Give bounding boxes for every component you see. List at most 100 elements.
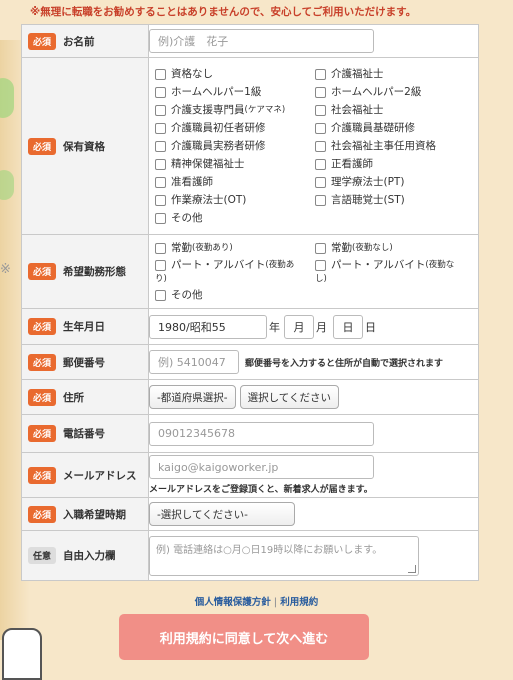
qualification-label: 介護支援専門員 bbox=[171, 103, 245, 116]
row-qualifications: 必須 保有資格 資格なし 介護福祉士 ホームヘルパー1級 ホームヘルパー2級 介護支援専… bbox=[21, 57, 479, 235]
checkbox[interactable] bbox=[315, 158, 326, 170]
address-label: 住所 bbox=[63, 391, 85, 404]
checkbox[interactable] bbox=[155, 212, 166, 224]
checkbox[interactable] bbox=[315, 86, 326, 98]
qualification-label: 資格なし bbox=[171, 67, 213, 80]
qualification-option[interactable]: 社会福祉主事任用資格 bbox=[315, 138, 465, 155]
name-placeholder: 例)介護 花子 bbox=[158, 35, 229, 48]
free-text-label: 自由入力欄 bbox=[63, 550, 116, 562]
checkbox[interactable] bbox=[315, 122, 326, 134]
row-employment-type: 必須 希望勤務形態 常勤 (夜勤あり) 常勤 (夜勤なし) パート・アルバイト (夜勤… bbox=[21, 234, 479, 309]
name-input[interactable]: 例)介護 花子 bbox=[149, 29, 374, 53]
qualification-option[interactable]: 理学療法士(PT) bbox=[315, 174, 465, 191]
qualification-option bbox=[315, 210, 465, 227]
required-badge: 必須 bbox=[28, 32, 57, 50]
city-select[interactable]: 選択してください bbox=[239, 385, 339, 409]
required-badge: 必須 bbox=[28, 425, 57, 442]
employment-option[interactable]: パート・アルバイト (夜勤な し) bbox=[315, 258, 465, 286]
qualification-label: 介護職員基礎研修 bbox=[331, 121, 415, 134]
postal-hint: 郵便番号を入力すると住所が自動で選択されます bbox=[245, 358, 444, 369]
checkbox[interactable] bbox=[315, 176, 326, 188]
qualification-option[interactable]: 正看護師 bbox=[315, 156, 465, 173]
checkbox[interactable] bbox=[155, 68, 166, 80]
row-start-time: 必須 入職希望時期 -選択してください- bbox=[21, 497, 479, 531]
qualification-option[interactable]: 介護職員実務者研修 bbox=[155, 138, 315, 155]
qualification-option[interactable]: 言語聴覚士(ST) bbox=[315, 192, 465, 209]
checkbox[interactable] bbox=[155, 176, 166, 188]
qualification-option[interactable]: 介護職員初任者研修 bbox=[155, 120, 315, 137]
link-separator: | bbox=[273, 597, 278, 608]
checkbox[interactable] bbox=[315, 242, 326, 254]
qualification-option[interactable]: 介護支援専門員 (ケアマネ) bbox=[155, 102, 315, 119]
privacy-policy-link[interactable]: 個人情報保護方針 bbox=[195, 597, 271, 608]
free-text-area[interactable]: 例) 電話連絡は○月○日19時以降にお願いします。 bbox=[149, 535, 419, 576]
checkbox[interactable] bbox=[315, 104, 326, 116]
checkbox[interactable] bbox=[155, 104, 166, 116]
month-unit: 月 bbox=[316, 320, 327, 334]
qualification-label: ホームヘルパー2級 bbox=[331, 85, 422, 98]
email-label: メールアドレス bbox=[63, 469, 137, 482]
terms-link[interactable]: 利用規約 bbox=[280, 597, 318, 608]
qualification-label: ホームヘルパー1級 bbox=[171, 85, 262, 98]
start-time-select[interactable]: -選択してください- bbox=[149, 502, 295, 526]
qualification-option[interactable]: 資格なし bbox=[155, 66, 315, 83]
qualification-option[interactable]: 社会福祉士 bbox=[315, 102, 465, 119]
checkbox[interactable] bbox=[155, 289, 166, 301]
checkbox[interactable] bbox=[155, 158, 166, 170]
checkbox[interactable] bbox=[315, 68, 326, 80]
employment-option[interactable]: 常勤 (夜勤なし) bbox=[315, 240, 465, 257]
checkbox[interactable] bbox=[155, 86, 166, 98]
row-postal: 必須 郵便番号 例) 5410047 郵便番号を入力すると住所が自動で選択されま… bbox=[21, 344, 479, 380]
qualification-option[interactable]: 精神保健福祉士 bbox=[155, 156, 315, 173]
qualifications-checkbox-group: 資格なし 介護福祉士ホームヘルパー1級 ホームヘルパー2級介護支援専門員 (ケアマネ)… bbox=[149, 63, 478, 230]
qualification-label: 正看護師 bbox=[331, 157, 373, 170]
checkbox[interactable] bbox=[315, 194, 326, 206]
checkbox[interactable] bbox=[155, 242, 166, 254]
qualification-label: 社会福祉士 bbox=[331, 103, 384, 116]
qualification-label: 作業療法士(OT) bbox=[171, 193, 247, 206]
postal-input[interactable]: 例) 5410047 bbox=[149, 350, 239, 374]
qualification-option[interactable]: その他 bbox=[155, 210, 315, 227]
checkbox[interactable] bbox=[315, 259, 326, 271]
employment-label: 希望勤務形態 bbox=[63, 266, 127, 278]
required-badge: 必須 bbox=[28, 137, 57, 155]
birth-day-select[interactable]: 日 bbox=[333, 314, 363, 339]
required-badge: 必須 bbox=[28, 466, 57, 484]
row-address: 必須 住所 -都道府県選択- 選択してください bbox=[21, 379, 479, 415]
qualification-label: 社会福祉主事任用資格 bbox=[331, 139, 436, 152]
checkbox[interactable] bbox=[155, 194, 166, 206]
qualification-option[interactable]: 准看護師 bbox=[155, 174, 315, 191]
qualification-option[interactable]: ホームヘルパー1級 bbox=[155, 84, 315, 101]
qualification-option[interactable]: 介護職員基礎研修 bbox=[315, 120, 465, 137]
checkbox[interactable] bbox=[155, 122, 166, 134]
decorative-hand-illustration bbox=[2, 628, 42, 680]
start-time-label: 入職希望時期 bbox=[63, 508, 127, 521]
phone-input[interactable]: 09012345678 bbox=[149, 421, 374, 446]
qualification-option[interactable]: 介護福祉士 bbox=[315, 66, 465, 83]
email-input[interactable]: kaigo@kaigoworker.jp bbox=[149, 455, 374, 479]
employment-option[interactable]: パート・アルバイト (夜勤あ り) bbox=[155, 258, 315, 286]
employment-option[interactable]: その他 bbox=[155, 287, 315, 304]
decorative-leaf bbox=[0, 170, 14, 200]
birth-month-select[interactable]: 月 bbox=[284, 314, 314, 339]
decorative-leaf bbox=[0, 78, 14, 118]
decorative-mark: ※ bbox=[0, 262, 11, 277]
qualification-label: 介護福祉士 bbox=[331, 67, 384, 80]
day-unit: 日 bbox=[365, 320, 376, 334]
employment-option[interactable]: 常勤 (夜勤あり) bbox=[155, 240, 315, 257]
qualification-label: 介護職員実務者研修 bbox=[171, 139, 266, 152]
checkbox[interactable] bbox=[315, 140, 326, 152]
birth-year-select[interactable]: 1980/昭和55 bbox=[149, 314, 267, 339]
qualification-label: 理学療法士(PT) bbox=[331, 175, 405, 188]
footer-links: 個人情報保護方針 | 利用規約 bbox=[0, 594, 513, 608]
prefecture-select[interactable]: -都道府県選択- bbox=[149, 385, 236, 409]
agree-and-next-button[interactable]: 利用規約に同意して次へ進む bbox=[119, 614, 369, 660]
resize-handle-icon[interactable] bbox=[408, 564, 416, 573]
qualification-option[interactable]: 作業療法士(OT) bbox=[155, 192, 315, 209]
email-hint: メールアドレスをご登録頂くと、新着求人が届きます。 bbox=[149, 485, 373, 495]
required-badge: 必須 bbox=[28, 318, 57, 335]
qualification-option[interactable]: ホームヘルパー2級 bbox=[315, 84, 465, 101]
name-label: お名前 bbox=[63, 35, 95, 48]
checkbox[interactable] bbox=[155, 140, 166, 152]
checkbox[interactable] bbox=[155, 259, 166, 271]
